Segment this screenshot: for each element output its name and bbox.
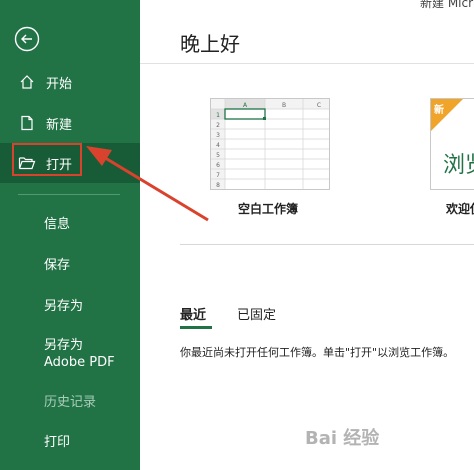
row-header: 1 <box>216 112 220 119</box>
nav-item-label: 另存为 Adobe PDF <box>44 338 115 370</box>
backstage-sidebar: 开始 新建 打开 信息 保存 另存为 另存为 Adobe PDF 历史记录 打印 <box>0 0 140 470</box>
nav-item-label: 另存为 <box>44 298 84 314</box>
spreadsheet-grid-icon: A B C 1 2 3 4 5 6 7 8 <box>211 99 329 189</box>
column-header: C <box>317 102 321 109</box>
tab-active-indicator <box>180 326 212 329</box>
nav-item-save-as-adobe-pdf[interactable]: 另存为 Adobe PDF <box>0 337 128 371</box>
nav-item-new[interactable]: 新建 <box>0 103 140 143</box>
header-divider <box>140 63 474 64</box>
row-header: 2 <box>216 122 220 129</box>
row-header: 3 <box>216 132 220 139</box>
back-arrow-icon[interactable] <box>14 26 40 52</box>
tab-pinned[interactable]: 已固定 <box>237 304 276 323</box>
annotation-highlight-box <box>12 143 82 176</box>
nav-item-label: 信息 <box>44 216 71 232</box>
home-icon <box>18 73 36 91</box>
nav-item-save-as[interactable]: 另存为 <box>0 284 140 324</box>
blank-workbook-thumbnail[interactable]: A B C 1 2 3 4 5 6 7 8 <box>210 98 330 190</box>
welcome-tour-thumbnail[interactable]: 新 浏览 <box>430 98 474 190</box>
new-badge-label: 新 <box>434 105 444 116</box>
tour-preview-text: 浏览 <box>443 153 474 178</box>
recent-empty-message: 你最近尚未打开任何工作簿。单击"打开"以浏览工作簿。 <box>180 346 455 359</box>
nav-item-label: 新建 <box>46 117 73 133</box>
column-header: B <box>282 102 286 109</box>
blank-workbook-label: 空白工作簿 <box>238 202 299 216</box>
nav-item-home[interactable]: 开始 <box>0 62 140 102</box>
new-document-icon <box>18 114 36 132</box>
nav-item-label: 开始 <box>46 76 73 92</box>
nav-item-label: 保存 <box>44 257 71 273</box>
nav-item-history: 历史记录 <box>0 380 140 420</box>
nav-item-print[interactable]: 打印 <box>0 420 140 460</box>
backstage-main: 新建 Micr 晚上好 A B C 1 2 3 4 5 6 7 8 空白工作簿 … <box>140 0 474 470</box>
nav-item-label: 历史记录 <box>44 394 97 410</box>
page-title: 晚上好 <box>180 32 240 56</box>
nav-item-label: 打印 <box>44 434 71 450</box>
nav-item-save[interactable]: 保存 <box>0 243 140 283</box>
annotation-arrow <box>86 146 209 222</box>
tab-recent[interactable]: 最近 <box>180 304 206 323</box>
window-title-partial: 新建 Micr <box>420 0 474 10</box>
welcome-tour-label: 欢迎使 <box>446 202 474 216</box>
watermark-logo: Bai 经验 <box>305 428 380 449</box>
section-divider <box>180 244 474 245</box>
